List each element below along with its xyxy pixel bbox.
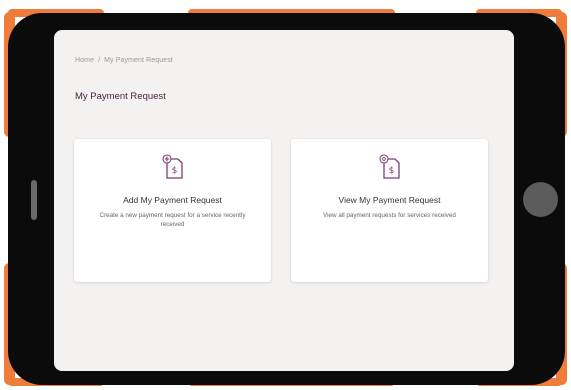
page-title: My Payment Request [75, 91, 166, 102]
view-payment-request-description: View all payment requests for services r… [323, 212, 456, 219]
svg-text:$: $ [171, 166, 177, 176]
tablet-side-sensor [31, 180, 37, 220]
breadcrumb-current: My Payment Request [104, 57, 173, 64]
add-payment-request-card[interactable]: $ Add My Payment Request Create a new pa… [74, 139, 271, 282]
breadcrumb-separator: / [98, 57, 101, 64]
view-payment-request-icon: $ [378, 154, 400, 179]
breadcrumb: Home / My Payment Request [75, 57, 173, 64]
view-payment-request-card[interactable]: $ View My Payment Request View all payme… [291, 139, 488, 282]
add-payment-request-title: Add My Payment Request [123, 195, 222, 205]
tablet-frame: Home / My Payment Request My Payment Reque… [0, 0, 571, 390]
tablet-screen: Home / My Payment Request My Payment Reque… [54, 30, 514, 371]
svg-text:$: $ [388, 166, 394, 176]
tablet-home-button[interactable] [523, 182, 558, 217]
view-payment-request-title: View My Payment Request [338, 195, 441, 205]
add-payment-request-icon: $ [161, 154, 183, 179]
breadcrumb-home-link[interactable]: Home [75, 57, 94, 64]
add-payment-request-description: Create a new payment request for a servi… [99, 212, 246, 228]
